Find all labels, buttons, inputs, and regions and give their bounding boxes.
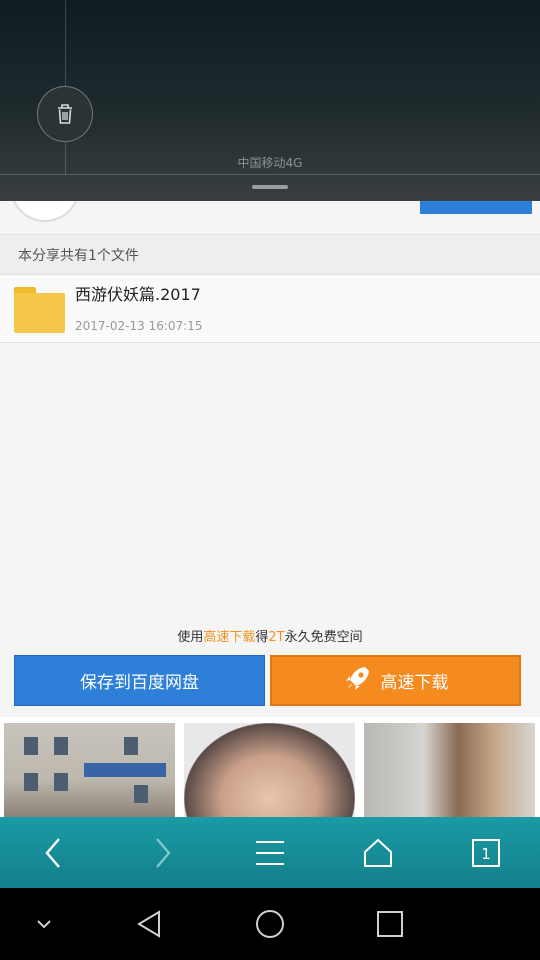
save-to-netdisk-button[interactable]: 保存到百度网盘 — [14, 655, 265, 706]
thumbnail-salon[interactable] — [364, 723, 535, 817]
ad-thumbnails — [0, 717, 540, 817]
recents-square-icon[interactable] — [365, 888, 415, 960]
trash-icon[interactable] — [37, 86, 93, 142]
promo-highlight-2t: 2T — [268, 630, 285, 645]
fast-download-button[interactable]: 高速下载 — [270, 655, 521, 706]
fast-download-label: 高速下载 — [380, 673, 449, 693]
promo-highlight-fast: 高速下载 — [203, 630, 256, 645]
share-info-text: 本分享共有1个文件 — [18, 248, 139, 264]
share-info-bar: 本分享共有1个文件 — [0, 234, 540, 275]
system-nav-bar — [0, 888, 540, 960]
home-icon[interactable] — [324, 817, 432, 888]
back-icon[interactable] — [0, 817, 108, 888]
back-triangle-icon[interactable] — [125, 888, 175, 960]
collapse-icon[interactable] — [24, 888, 64, 960]
forward-icon[interactable] — [108, 817, 216, 888]
tab-count: 1 — [481, 845, 491, 863]
promo-text: 使用高速下载得2T永久免费空间 — [177, 630, 363, 645]
file-name: 西游伏妖篇.2017 — [75, 285, 201, 304]
tabs-icon[interactable]: 1 — [432, 817, 540, 888]
browser-toolbar: 1 — [0, 817, 540, 888]
rocket-icon — [343, 663, 373, 698]
file-date: 2017-02-13 16:07:15 — [75, 319, 203, 333]
thumbnail-haircut[interactable] — [184, 723, 355, 817]
shade-drag-handle[interactable] — [252, 185, 288, 189]
carrier-label: 中国移动4G — [237, 156, 303, 170]
save-button-label: 保存到百度网盘 — [80, 673, 199, 693]
folder-icon — [14, 287, 65, 333]
notification-shade: 中国移动4G — [0, 0, 540, 201]
home-circle-icon[interactable] — [245, 888, 295, 960]
file-row[interactable]: 西游伏妖篇.2017 2017-02-13 16:07:15 — [0, 275, 540, 343]
menu-icon[interactable] — [216, 817, 324, 888]
thumbnail-building[interactable] — [4, 723, 175, 817]
